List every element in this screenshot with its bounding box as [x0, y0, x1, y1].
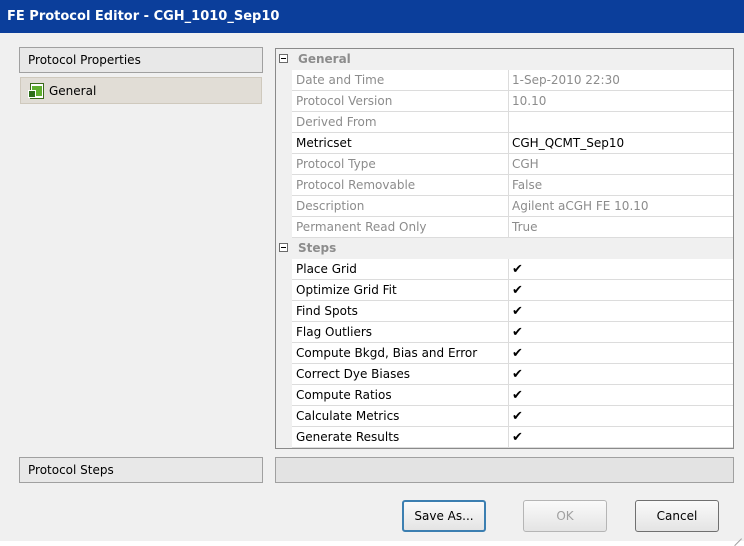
step-row[interactable]: Find Spots ✔	[276, 301, 733, 322]
property-row[interactable]: Permanent Read Only True	[276, 217, 733, 238]
property-value: False	[509, 175, 733, 196]
step-row[interactable]: Generate Results ✔	[276, 427, 733, 448]
check-icon[interactable]: ✔	[509, 259, 733, 280]
property-grid[interactable]: General Date and Time 1-Sep-2010 22:30 P…	[275, 48, 734, 449]
left-panel: Protocol Properties General	[19, 47, 263, 449]
window-title: FE Protocol Editor - CGH_1010_Sep10	[0, 0, 744, 33]
resize-grip-icon[interactable]	[732, 529, 742, 539]
document-icon	[28, 82, 44, 99]
nav-item-general[interactable]: General	[20, 77, 262, 104]
property-name: Protocol Type	[292, 154, 509, 175]
step-name: Generate Results	[292, 427, 509, 448]
collapse-icon[interactable]	[279, 54, 288, 63]
step-row[interactable]: Flag Outliers ✔	[276, 322, 733, 343]
property-name: Metricset	[292, 133, 509, 154]
check-icon[interactable]: ✔	[509, 343, 733, 364]
property-value: True	[509, 217, 733, 238]
protocol-steps-field	[275, 457, 734, 483]
step-row[interactable]: Correct Dye Biases ✔	[276, 364, 733, 385]
step-name: Calculate Metrics	[292, 406, 509, 427]
property-value: 10.10	[509, 91, 733, 112]
check-icon[interactable]: ✔	[509, 385, 733, 406]
step-name: Correct Dye Biases	[292, 364, 509, 385]
property-row[interactable]: Date and Time 1-Sep-2010 22:30	[276, 70, 733, 91]
property-row[interactable]: Protocol Type CGH	[276, 154, 733, 175]
property-row[interactable]: Metricset CGH_QCMT_Sep10	[276, 133, 733, 154]
protocol-steps-header[interactable]: Protocol Steps	[19, 457, 263, 483]
step-name: Compute Bkgd, Bias and Error	[292, 343, 509, 364]
property-name: Permanent Read Only	[292, 217, 509, 238]
check-icon[interactable]: ✔	[509, 427, 733, 448]
collapse-icon[interactable]	[279, 243, 288, 252]
cancel-button[interactable]: Cancel	[635, 500, 719, 532]
step-row[interactable]: Place Grid ✔	[276, 259, 733, 280]
nav-item-general-label: General	[49, 83, 97, 98]
check-icon[interactable]: ✔	[509, 322, 733, 343]
protocol-editor-window: FE Protocol Editor - CGH_1010_Sep10 Prot…	[0, 0, 744, 541]
check-icon[interactable]: ✔	[509, 406, 733, 427]
step-name: Find Spots	[292, 301, 509, 322]
property-name: Protocol Removable	[292, 175, 509, 196]
step-name: Place Grid	[292, 259, 509, 280]
step-name: Flag Outliers	[292, 322, 509, 343]
save-as-button[interactable]: Save As...	[402, 500, 486, 532]
check-icon[interactable]: ✔	[509, 364, 733, 385]
property-row[interactable]: Protocol Removable False	[276, 175, 733, 196]
property-name: Date and Time	[292, 70, 509, 91]
property-value: 1-Sep-2010 22:30	[509, 70, 733, 91]
property-row[interactable]: Description Agilent aCGH FE 10.10	[276, 196, 733, 217]
property-row[interactable]: Derived From	[276, 112, 733, 133]
property-value	[509, 112, 733, 133]
check-icon[interactable]: ✔	[509, 280, 733, 301]
check-icon[interactable]: ✔	[509, 301, 733, 322]
step-row[interactable]: Compute Ratios ✔	[276, 385, 733, 406]
category-steps-label: Steps	[298, 241, 337, 255]
property-value: CGH	[509, 154, 733, 175]
property-row[interactable]: Protocol Version 10.10	[276, 91, 733, 112]
property-value: Agilent aCGH FE 10.10	[509, 196, 733, 217]
protocol-properties-header[interactable]: Protocol Properties	[19, 47, 263, 73]
metricset-value-field[interactable]: CGH_QCMT_Sep10	[509, 133, 733, 154]
category-general-label: General	[298, 52, 351, 66]
category-steps[interactable]: Steps	[276, 238, 733, 259]
ok-button[interactable]: OK	[523, 500, 607, 532]
step-row[interactable]: Compute Bkgd, Bias and Error ✔	[276, 343, 733, 364]
category-general[interactable]: General	[276, 49, 733, 70]
property-name: Protocol Version	[292, 91, 509, 112]
step-row[interactable]: Optimize Grid Fit ✔	[276, 280, 733, 301]
step-row[interactable]: Calculate Metrics ✔	[276, 406, 733, 427]
step-name: Compute Ratios	[292, 385, 509, 406]
property-name: Derived From	[292, 112, 509, 133]
step-name: Optimize Grid Fit	[292, 280, 509, 301]
property-name: Description	[292, 196, 509, 217]
